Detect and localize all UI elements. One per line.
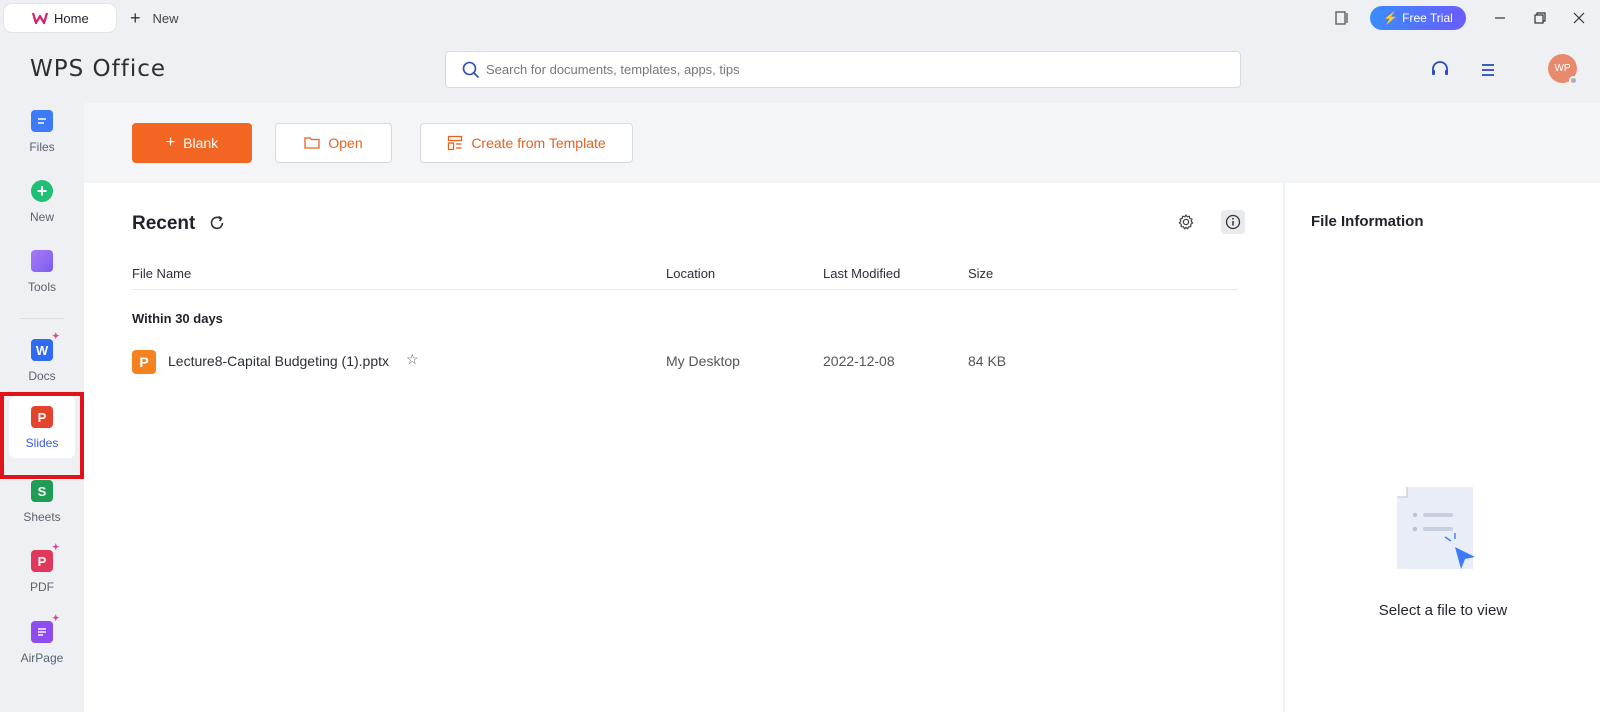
new-icon: +	[31, 180, 53, 202]
sparkle-icon: ✦	[52, 331, 60, 341]
minimize-icon	[1495, 17, 1505, 19]
open-button[interactable]: Open	[275, 123, 392, 163]
file-information-title: File Information	[1311, 213, 1424, 230]
sidebar-item-label: Sheets	[23, 510, 61, 524]
tab-home-label: Home	[54, 10, 89, 26]
file-size: 84 KB	[968, 353, 1007, 369]
empty-file-illustration-icon	[1397, 487, 1475, 569]
table-header: File Name Location Last Modified Size	[132, 266, 1238, 290]
sidebar-item-pdf[interactable]: P ✦ PDF	[9, 540, 75, 602]
wps-logo-icon	[32, 12, 48, 25]
sidebar-item-label: AirPage	[20, 651, 64, 665]
lightning-icon: ⚡	[1383, 11, 1399, 25]
column-file-name[interactable]: File Name	[132, 266, 191, 281]
group-label: Within 30 days	[132, 311, 223, 326]
sidebar-item-tools[interactable]: Tools	[9, 240, 75, 302]
info-toggle-button[interactable]	[1221, 210, 1245, 234]
sparkle-icon: ✦	[52, 613, 60, 623]
tab-new-label: New	[152, 10, 179, 26]
file-name[interactable]: Lecture8-Capital Budgeting (1).pptx	[168, 353, 389, 369]
template-icon	[448, 135, 463, 151]
tools-icon	[31, 250, 53, 272]
file-location: My Desktop	[666, 353, 740, 369]
gear-icon[interactable]	[1176, 212, 1196, 232]
files-icon	[31, 110, 53, 132]
file-information-panel: File Information Select a file to view	[1284, 183, 1600, 712]
minimize-button[interactable]	[1488, 6, 1512, 30]
blank-button[interactable]: + Blank	[132, 123, 252, 163]
restore-button[interactable]	[1528, 6, 1552, 30]
pdf-icon: P ✦	[31, 543, 60, 572]
refresh-icon[interactable]	[208, 214, 226, 232]
sidebar-item-airpage[interactable]: ✦ AirPage	[9, 611, 75, 673]
create-from-template-button[interactable]: Create from Template	[420, 123, 633, 163]
sidebar-item-new[interactable]: + New	[9, 170, 75, 232]
brand-logo: WPS Office	[30, 56, 167, 82]
sidebar-item-label: Files	[29, 140, 55, 154]
search-icon	[462, 61, 479, 78]
highlight-box	[0, 392, 84, 479]
sidebar-item-label: New	[29, 210, 54, 224]
recent-panel: Recent File Name Location Last Modified …	[84, 183, 1283, 712]
star-icon[interactable]: ☆	[406, 351, 419, 368]
sidebar-item-files[interactable]: Files	[9, 100, 75, 162]
empty-state-text: Select a file to view	[1378, 602, 1508, 619]
close-icon	[1573, 12, 1585, 24]
template-label: Create from Template	[471, 135, 606, 151]
search-input[interactable]	[486, 62, 1240, 77]
main-area: + Blank Open Create from Template Recent…	[84, 103, 1600, 712]
sidebar-item-label: Docs	[28, 369, 56, 383]
file-modified: 2022-12-08	[823, 353, 895, 369]
reading-mode-icon[interactable]	[1330, 6, 1354, 30]
sidebar-item-sheets[interactable]: S Sheets	[9, 470, 75, 532]
docs-icon: W ✦	[31, 332, 60, 361]
recent-title: Recent	[132, 213, 196, 234]
headset-support-icon[interactable]	[1430, 60, 1450, 80]
tab-home[interactable]: Home	[4, 4, 116, 32]
pptx-file-icon: P	[132, 350, 156, 374]
table-row[interactable]: P Lecture8-Capital Budgeting (1).pptx ☆ …	[132, 343, 1238, 379]
search-bar[interactable]	[445, 51, 1241, 88]
action-bar: + Blank Open Create from Template	[84, 103, 1600, 183]
avatar-status-dot	[1569, 76, 1578, 85]
sparkle-icon: ✦	[52, 542, 60, 552]
column-location[interactable]: Location	[666, 266, 715, 281]
column-last-modified[interactable]: Last Modified	[823, 266, 900, 281]
title-bar: Home + New ⚡ Free Trial	[0, 0, 1600, 36]
column-size[interactable]: Size	[968, 266, 993, 281]
open-label: Open	[328, 135, 363, 151]
menu-icon[interactable]	[1478, 60, 1498, 80]
free-trial-button[interactable]: ⚡ Free Trial	[1370, 6, 1466, 30]
close-button[interactable]	[1567, 6, 1591, 30]
sheets-icon: S	[31, 480, 53, 502]
airpage-icon: ✦	[31, 614, 60, 643]
sidebar-item-label: Tools	[27, 280, 56, 294]
sidebar-divider	[20, 318, 64, 319]
sidebar-item-label: PDF	[30, 580, 54, 594]
plus-icon: +	[130, 7, 141, 28]
restore-icon	[1534, 12, 1546, 24]
sidebar-item-docs[interactable]: W ✦ Docs	[9, 329, 75, 391]
folder-icon	[304, 137, 321, 149]
info-icon	[1225, 214, 1241, 230]
plus-icon: +	[165, 134, 176, 151]
tab-new[interactable]: + New	[130, 8, 179, 28]
free-trial-label: Free Trial	[1402, 11, 1453, 25]
blank-label: Blank	[183, 135, 219, 151]
